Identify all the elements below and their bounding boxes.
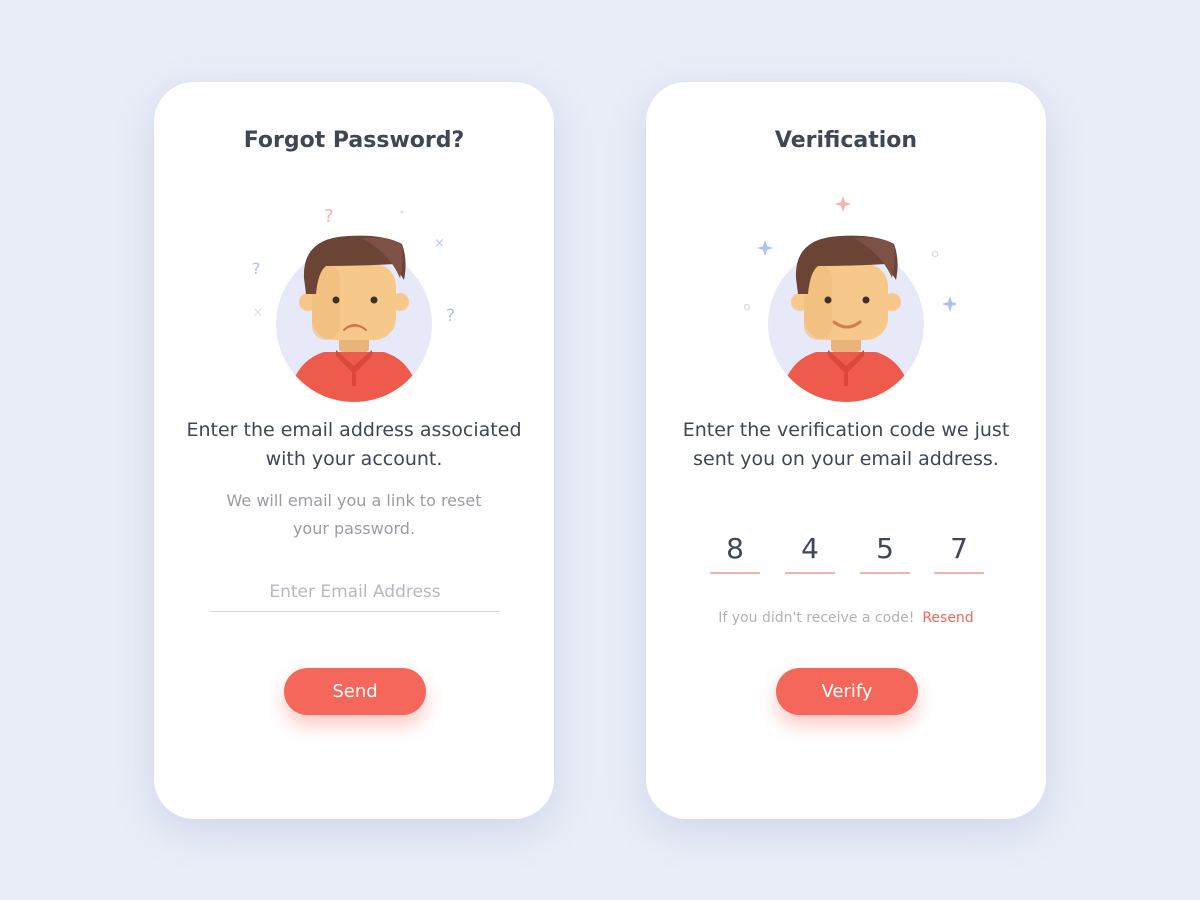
happy-avatar-icon: [743, 196, 956, 402]
resend-link[interactable]: Resend: [922, 610, 973, 626]
sad-avatar-icon: ? ? ? × ×: [252, 206, 455, 402]
verification-code-input: 8 4 5 7: [708, 528, 984, 574]
sparkle-decoration: [835, 196, 851, 212]
verification-card: Verification Enter the verification code…: [646, 82, 1046, 819]
code-digit-3[interactable]: 5: [860, 528, 910, 574]
question-mark-decoration: ?: [446, 306, 455, 326]
happy-avatar-illustration: [736, 194, 956, 404]
verification-instructions: Enter the verification code we just sent…: [682, 419, 1010, 470]
code-digit-2[interactable]: 4: [785, 528, 835, 574]
verification-title: Verification: [774, 128, 918, 153]
sparkle-decoration: [942, 296, 956, 312]
resend-prompt: If you didn't receive a code!: [718, 610, 915, 626]
email-input[interactable]: [210, 572, 500, 612]
question-mark-decoration: ?: [252, 259, 261, 278]
code-digit-1[interactable]: 8: [710, 528, 760, 574]
sad-avatar-illustration: ? ? ? × ×: [244, 194, 464, 404]
question-mark-decoration: ?: [324, 206, 334, 227]
send-button[interactable]: Send: [284, 668, 426, 715]
cross-decoration: ×: [253, 305, 263, 319]
code-digit-4[interactable]: 7: [934, 528, 984, 574]
forgot-password-subtext: We will email you a link to reset your p…: [226, 491, 482, 538]
forgot-password-title: Forgot Password?: [243, 128, 465, 153]
resend-row: If you didn't receive a code! Resend: [646, 610, 1046, 626]
forgot-password-instructions: Enter the email address associated with …: [186, 419, 522, 470]
cross-decoration: ×: [434, 236, 445, 251]
forgot-password-card: Forgot Password? ? ? ? × × Enter the ema…: [154, 82, 554, 819]
verify-button[interactable]: Verify: [776, 668, 918, 715]
sparkle-decoration: [757, 240, 773, 256]
